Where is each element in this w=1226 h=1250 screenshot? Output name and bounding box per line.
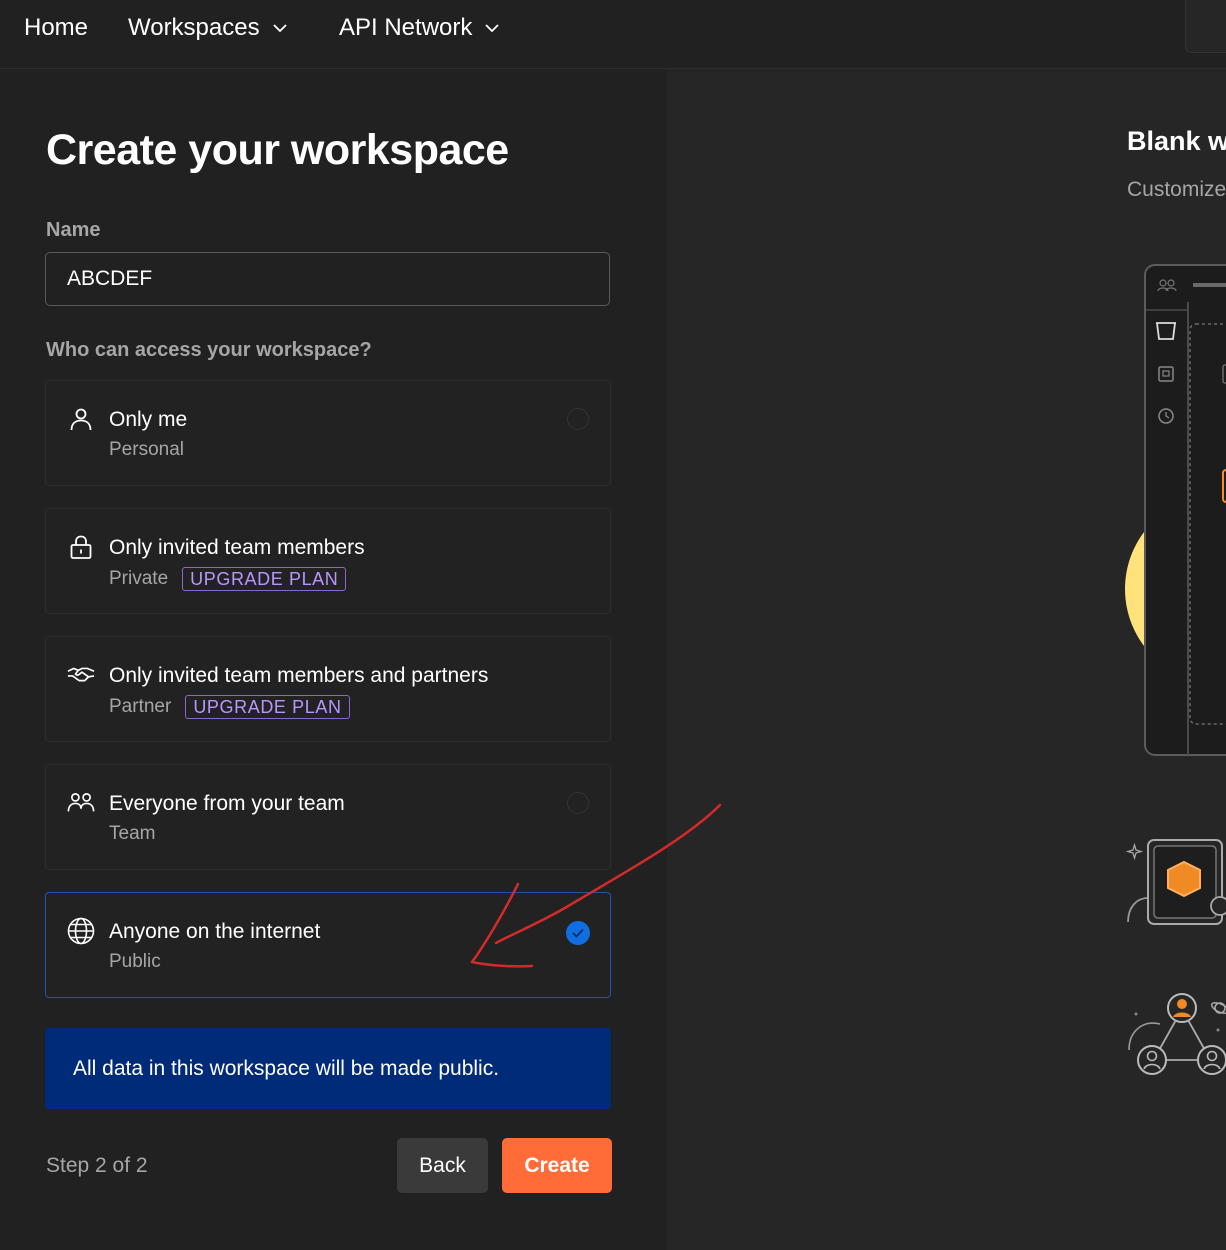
access-option-private[interactable]: Only invited team members Private UPGRAD…: [45, 508, 611, 614]
step-indicator: Step 2 of 2: [46, 1154, 148, 1177]
option-subtitle-text: Personal: [109, 439, 184, 460]
nav-home-label: Home: [24, 14, 89, 41]
nav-right-control[interactable]: [1185, 0, 1226, 53]
option-subtitle: Partner UPGRADE PLAN: [109, 695, 350, 719]
access-option-personal[interactable]: Only me Personal: [45, 380, 611, 486]
option-subtitle-text: Team: [109, 823, 156, 844]
access-option-partner[interactable]: Only invited team members and partners P…: [45, 636, 611, 742]
preview-subtitle: Customize: [1127, 178, 1226, 201]
upgrade-plan-badge[interactable]: UPGRADE PLAN: [182, 567, 347, 591]
workspace-mockup-illustration: [1125, 264, 1226, 756]
option-subtitle-text: Private: [109, 568, 169, 589]
person-icon: [67, 405, 95, 433]
name-label: Name: [46, 219, 101, 241]
nav-home[interactable]: Home: [24, 14, 88, 42]
back-button[interactable]: Back: [397, 1138, 488, 1193]
option-title: Everyone from your team: [109, 792, 345, 815]
handshake-icon: [67, 661, 95, 689]
workspace-name-input[interactable]: [45, 252, 610, 306]
access-option-public[interactable]: Anyone on the internet Public: [45, 892, 611, 998]
nav-api-network[interactable]: API Network: [339, 14, 500, 42]
access-label: Who can access your workspace?: [46, 339, 372, 361]
radio-button[interactable]: [567, 408, 589, 430]
option-subtitle: Team: [109, 823, 155, 845]
team-network-illustration: [1128, 993, 1226, 1075]
option-subtitle-text: Partner: [109, 696, 172, 717]
option-title: Only me: [109, 408, 188, 431]
lock-icon: [67, 533, 95, 561]
option-title: Only invited team members: [109, 536, 365, 559]
option-subtitle: Personal: [109, 439, 184, 461]
nav-workspaces[interactable]: Workspaces: [128, 14, 288, 42]
chevron-down-icon: [484, 23, 500, 33]
globe-icon: [67, 917, 95, 945]
option-subtitle: Public: [109, 951, 161, 973]
check-icon: [572, 928, 584, 938]
team-icon: [67, 789, 95, 817]
option-subtitle-text: Public: [109, 951, 161, 972]
nav-workspaces-label: Workspaces: [128, 14, 260, 41]
upgrade-plan-badge[interactable]: UPGRADE PLAN: [185, 695, 350, 719]
access-option-team[interactable]: Everyone from your team Team: [45, 764, 611, 870]
preview-title: Blank w: [1127, 126, 1226, 156]
option-title: Only invited team members and partners: [109, 664, 489, 687]
nav-api-network-label: API Network: [339, 14, 473, 41]
page-title: Create your workspace: [46, 126, 509, 174]
public-data-notice: All data in this workspace will be made …: [45, 1028, 611, 1109]
top-nav: Home Workspaces API Network: [0, 0, 1226, 69]
notice-text: All data in this workspace will be made …: [73, 1056, 500, 1080]
chevron-down-icon: [272, 23, 288, 33]
create-button[interactable]: Create: [502, 1138, 612, 1193]
api-element-illustration: [1125, 839, 1226, 925]
option-title: Anyone on the internet: [109, 920, 321, 943]
radio-button-checked[interactable]: [566, 921, 590, 945]
option-subtitle: Private UPGRADE PLAN: [109, 567, 347, 591]
radio-button[interactable]: [567, 792, 589, 814]
